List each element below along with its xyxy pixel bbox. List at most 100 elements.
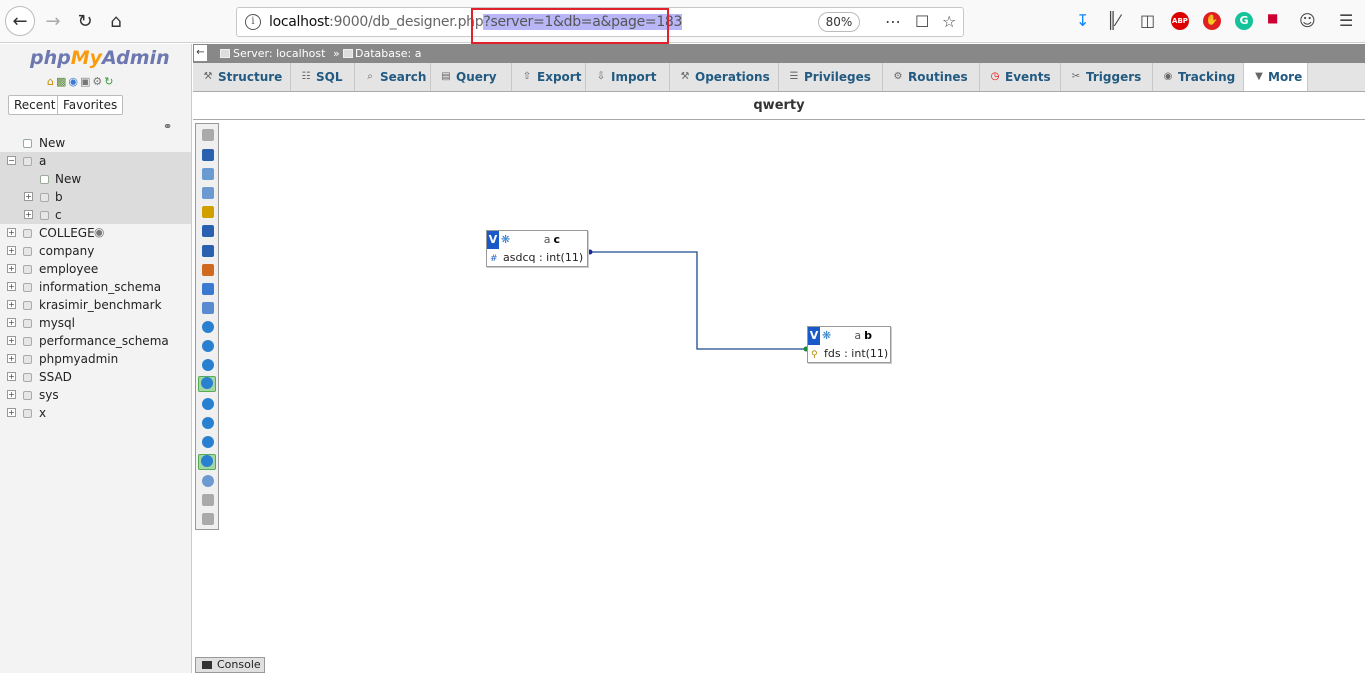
designer-table-c[interactable]: V ❋ ac # asdcq : int(11): [486, 230, 588, 267]
tree-item-college[interactable]: + COLLEGE ◉: [0, 224, 191, 242]
export-icon[interactable]: [201, 475, 214, 488]
toggle-small-big-icon[interactable]: [201, 417, 214, 430]
small-big-icon[interactable]: [201, 398, 214, 411]
tree-item-label[interactable]: sys: [39, 386, 59, 404]
expand-icon[interactable]: +: [7, 282, 16, 291]
expand-icon[interactable]: +: [7, 390, 16, 399]
tree-item-performance_schema[interactable]: + performance_schema: [0, 332, 191, 350]
delete-page-icon[interactable]: [201, 245, 214, 258]
tree-item-label[interactable]: x: [39, 404, 46, 422]
expand-icon[interactable]: +: [7, 246, 16, 255]
breadcrumb-server[interactable]: Server: localhost: [233, 44, 325, 63]
tab-routines[interactable]: ⚙ Routines: [883, 63, 980, 91]
library-icon[interactable]: ║⁄: [1107, 11, 1119, 30]
edit-pdf-icon[interactable]: [198, 454, 216, 470]
tab-more[interactable]: ▼ More: [1244, 63, 1308, 91]
tree-item-company[interactable]: + company: [0, 242, 191, 260]
designer-canvas[interactable]: [193, 120, 1365, 657]
expand-icon[interactable]: +: [7, 408, 16, 417]
tab-structure[interactable]: ⚒ Structure: [193, 63, 291, 91]
tree-item-label[interactable]: performance_schema: [39, 332, 169, 350]
adblock-icon[interactable]: ABP: [1171, 12, 1189, 30]
more-actions-icon[interactable]: ⋯: [885, 12, 901, 31]
table-column-row[interactable]: ⚲ fds : int(11): [808, 345, 890, 363]
pocket-icon[interactable]: ☐: [915, 12, 929, 31]
tree-item-employee[interactable]: + employee: [0, 260, 191, 278]
forward-button[interactable]: →: [38, 6, 68, 36]
stop-hand-icon[interactable]: ✋: [1203, 12, 1221, 30]
tab-privileges[interactable]: ☰ Privileges: [779, 63, 883, 91]
expand-icon[interactable]: +: [7, 300, 16, 309]
tree-item-label[interactable]: phpmyadmin: [39, 350, 118, 368]
reload-icon[interactable]: [201, 321, 214, 334]
angular-links-icon[interactable]: [201, 359, 214, 372]
reload-icon[interactable]: ↻: [104, 75, 115, 88]
tree-item-krasimir_benchmark[interactable]: + krasimir_benchmark: [0, 296, 191, 314]
tab-export[interactable]: ⇧ Export: [512, 63, 586, 91]
move-menu-icon[interactable]: [201, 494, 214, 507]
tree-item-new[interactable]: New: [0, 134, 191, 152]
tree-item-sys[interactable]: + sys: [0, 386, 191, 404]
phpmyadmin-logo[interactable]: phpMyAdmin: [30, 47, 170, 69]
tab-query[interactable]: ▤ Query: [431, 63, 512, 91]
save-as-icon[interactable]: [201, 206, 214, 219]
tab-import[interactable]: ⇩ Import: [586, 63, 670, 91]
info-icon[interactable]: i: [245, 14, 261, 30]
home-button[interactable]: ⌂: [101, 6, 131, 36]
account-icon[interactable]: ☺: [1299, 11, 1316, 30]
tree-item-x[interactable]: + x: [0, 404, 191, 422]
help-icon[interactable]: ◉: [68, 75, 80, 88]
expand-icon[interactable]: +: [7, 264, 16, 273]
collapse-icon[interactable]: −: [7, 156, 16, 165]
tree-item-label[interactable]: New: [39, 134, 65, 152]
table-header[interactable]: V ❋ ac: [487, 231, 587, 249]
pin-icon[interactable]: [201, 513, 214, 526]
tree-item-label[interactable]: b: [55, 188, 63, 206]
tab-tracking[interactable]: ◉ Tracking: [1153, 63, 1244, 91]
grammarly-icon[interactable]: G: [1235, 12, 1253, 30]
menu-icon[interactable]: ☰: [1339, 11, 1353, 30]
recent-button[interactable]: Recent: [8, 95, 62, 115]
tree-item-phpmyadmin[interactable]: + phpmyadmin: [0, 350, 191, 368]
gear-icon[interactable]: ❋: [501, 233, 510, 246]
favorites-button[interactable]: Favorites: [57, 95, 124, 115]
fullscreen-icon[interactable]: [201, 149, 214, 162]
tree-item-label[interactable]: information_schema: [39, 278, 161, 296]
tree-item-c[interactable]: + c: [0, 206, 191, 224]
tab-sql[interactable]: ☷ SQL: [291, 63, 355, 91]
breadcrumb-database[interactable]: Database: a: [355, 44, 421, 63]
tab-events[interactable]: ◷ Events: [980, 63, 1061, 91]
create-table-icon[interactable]: [201, 264, 214, 277]
tree-item-label[interactable]: c: [55, 206, 62, 224]
expand-icon[interactable]: +: [7, 336, 16, 345]
expand-icon[interactable]: +: [7, 318, 16, 327]
tree-item-label[interactable]: company: [39, 242, 94, 260]
tree-item-ssad[interactable]: + SSAD: [0, 368, 191, 386]
tree-item-information_schema[interactable]: + information_schema: [0, 278, 191, 296]
help-icon[interactable]: [201, 340, 214, 353]
tree-item-label[interactable]: mysql: [39, 314, 75, 332]
link-icon[interactable]: ⚭: [163, 120, 172, 133]
reload-button[interactable]: ↻: [70, 6, 100, 36]
tab-search[interactable]: ⌕ Search: [355, 63, 431, 91]
logout-icon[interactable]: ▩: [56, 75, 68, 88]
table-header[interactable]: V ❋ ab: [808, 327, 890, 345]
docs-icon[interactable]: ▣: [80, 75, 92, 88]
expand-icon[interactable]: +: [7, 372, 16, 381]
eye-icon[interactable]: ◉: [94, 223, 104, 241]
tree-item-label[interactable]: krasimir_benchmark: [39, 296, 162, 314]
snap-grid-icon[interactable]: [198, 376, 216, 392]
tree-item-label[interactable]: New: [55, 170, 81, 188]
tree-item-mysql[interactable]: + mysql: [0, 314, 191, 332]
save-page-icon[interactable]: [201, 187, 214, 200]
designer-table-b[interactable]: V ❋ ab ⚲ fds : int(11): [807, 326, 891, 363]
toggle-relation-icon[interactable]: [201, 436, 214, 449]
expand-icon[interactable]: +: [7, 354, 16, 363]
create-relation-icon[interactable]: [201, 283, 214, 296]
tree-item-label[interactable]: COLLEGE: [39, 224, 95, 242]
bookmark-star-icon[interactable]: ☆: [942, 12, 956, 31]
extension-icon[interactable]: ■: [1267, 11, 1278, 25]
nav-quick-icons[interactable]: ⌂▩◉▣⚙↻: [47, 75, 116, 88]
zoom-badge[interactable]: 80%: [818, 12, 860, 32]
tree-item-a[interactable]: − a: [0, 152, 191, 170]
